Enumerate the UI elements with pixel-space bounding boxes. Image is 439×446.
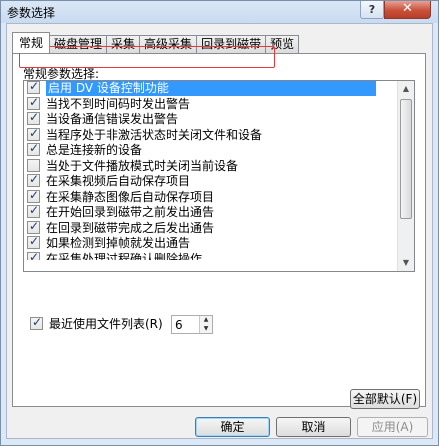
dialog-title: 参数选择 — [7, 6, 56, 20]
options-scrollbar[interactable]: ▲ ▼ — [397, 81, 414, 271]
recent-files-checkbox[interactable] — [30, 315, 43, 330]
option-checkbox[interactable] — [27, 203, 40, 218]
option-label: 当设备通信错误发出警告 — [46, 112, 179, 126]
tab-general[interactable]: 常规 — [12, 32, 51, 53]
options-rows: 启用 DV 设备控制功能 当找不到时间码时发出警告 当设备通信错误发出警告 当程… — [24, 81, 398, 260]
apply-button[interactable]: 应用(A) — [357, 417, 428, 437]
option-autosave-after-video[interactable]: 在采集视频后自动保存项目 — [24, 172, 398, 190]
option-device-error-warning[interactable]: 当设备通信错误发出警告 — [24, 110, 398, 128]
close-button[interactable]: ✕ — [384, 1, 431, 19]
tab-strip: 常规 磁盘管理 采集 高级采集 回录到磁带 预览 — [12, 32, 300, 54]
option-checkbox[interactable] — [27, 158, 40, 172]
option-always-connect-new[interactable]: 总是连接新的设备 — [24, 141, 398, 159]
option-label: 在采集静态图像后自动保存项目 — [46, 189, 215, 204]
option-checkbox[interactable] — [27, 251, 40, 260]
tab-capture[interactable]: 采集 — [106, 35, 141, 53]
option-confirm-delete[interactable]: 在采集处理过程确认删除操作 — [24, 251, 398, 260]
option-label: 当处于文件播放模式时关闭当前设备 — [46, 158, 239, 173]
option-label: 启用 DV 设备控制功能 — [46, 81, 376, 96]
option-checkbox[interactable] — [27, 219, 40, 234]
help-button[interactable]: ? — [360, 1, 384, 19]
option-label: 当程序处于非激活状态时关闭文件和设备 — [46, 127, 263, 142]
preferences-dialog: 参数选择 ? ✕ 常规 磁盘管理 采集 高级采集 回录到磁带 预览 常规参数选择… — [0, 0, 439, 446]
option-checkbox[interactable] — [27, 172, 40, 187]
scroll-down-icon[interactable]: ▼ — [398, 255, 414, 271]
option-checkbox[interactable] — [27, 95, 40, 110]
close-icon: ✕ — [402, 1, 413, 16]
cancel-button[interactable]: 取消 — [276, 417, 351, 437]
option-notify-after-record[interactable]: 在回录到磁带完成之后发出通告 — [24, 219, 398, 237]
option-autosave-after-still[interactable]: 在采集静态图像后自动保存项目 — [24, 188, 398, 206]
option-checkbox[interactable] — [27, 188, 40, 203]
tab-record-to-tape[interactable]: 回录到磁带 — [196, 35, 267, 53]
option-checkbox[interactable] — [27, 141, 40, 156]
option-checkbox[interactable] — [27, 126, 40, 141]
tab-advanced-capture[interactable]: 高级采集 — [139, 35, 198, 53]
option-timecode-warning[interactable]: 当找不到时间码时发出警告 — [24, 95, 398, 113]
general-options-list[interactable]: 启用 DV 设备控制功能 当找不到时间码时发出警告 当设备通信错误发出警告 当程… — [23, 80, 415, 272]
scrollbar-thumb[interactable] — [400, 99, 412, 219]
option-checkbox[interactable] — [27, 81, 40, 94]
dialog-body: 常规 磁盘管理 采集 高级采集 回录到磁带 预览 常规参数选择: 启用 DV 设… — [6, 23, 433, 439]
option-label: 在开始回录到磁带之前发出通告 — [46, 205, 215, 219]
option-notify-before-record[interactable]: 在开始回录到磁带之前发出通告 — [24, 203, 398, 221]
option-checkbox[interactable] — [27, 110, 40, 125]
recent-files-label: 最近使用文件列表(R) — [49, 317, 163, 331]
tab-preview[interactable]: 预览 — [265, 35, 300, 53]
option-label: 总是连接新的设备 — [46, 143, 143, 157]
option-notify-dropped-frames[interactable]: 如果检测到掉帧就发出通告 — [24, 234, 398, 252]
title-bar[interactable]: 参数选择 ? ✕ — [1, 1, 438, 23]
option-label: 当找不到时间码时发出警告 — [46, 96, 191, 111]
option-label: 在采集处理过程确认删除操作 — [46, 251, 203, 260]
tab-disk-management[interactable]: 磁盘管理 — [49, 35, 108, 53]
option-close-when-inactive[interactable]: 当程序处于非激活状态时关闭文件和设备 — [24, 126, 398, 144]
option-checkbox[interactable] — [27, 234, 40, 249]
recent-files-count-input[interactable] — [175, 317, 197, 332]
option-label: 在回录到磁带完成之后发出通告 — [46, 220, 215, 235]
scroll-up-icon[interactable]: ▲ — [398, 81, 414, 97]
recent-files-count-stepper[interactable]: ▲ ▼ — [171, 315, 213, 334]
reset-all-defaults-button[interactable]: 全部默认(F) — [350, 389, 420, 409]
stepper-down-icon[interactable]: ▼ — [199, 324, 212, 333]
recent-files-option[interactable]: 最近使用文件列表(R) — [30, 315, 181, 332]
ok-button[interactable]: 确定 — [195, 417, 270, 437]
general-tab-panel: 常规参数选择: 启用 DV 设备控制功能 当找不到时间码时发出警告 当设备通信错… — [12, 53, 426, 409]
option-close-device-file-mode[interactable]: 当处于文件播放模式时关闭当前设备 — [24, 158, 398, 175]
stepper-up-icon[interactable]: ▲ — [199, 316, 212, 325]
option-label: 如果检测到掉帧就发出通告 — [46, 236, 191, 250]
option-enable-dv-control[interactable]: 启用 DV 设备控制功能 — [24, 81, 398, 97]
option-label: 在采集视频后自动保存项目 — [46, 174, 191, 188]
